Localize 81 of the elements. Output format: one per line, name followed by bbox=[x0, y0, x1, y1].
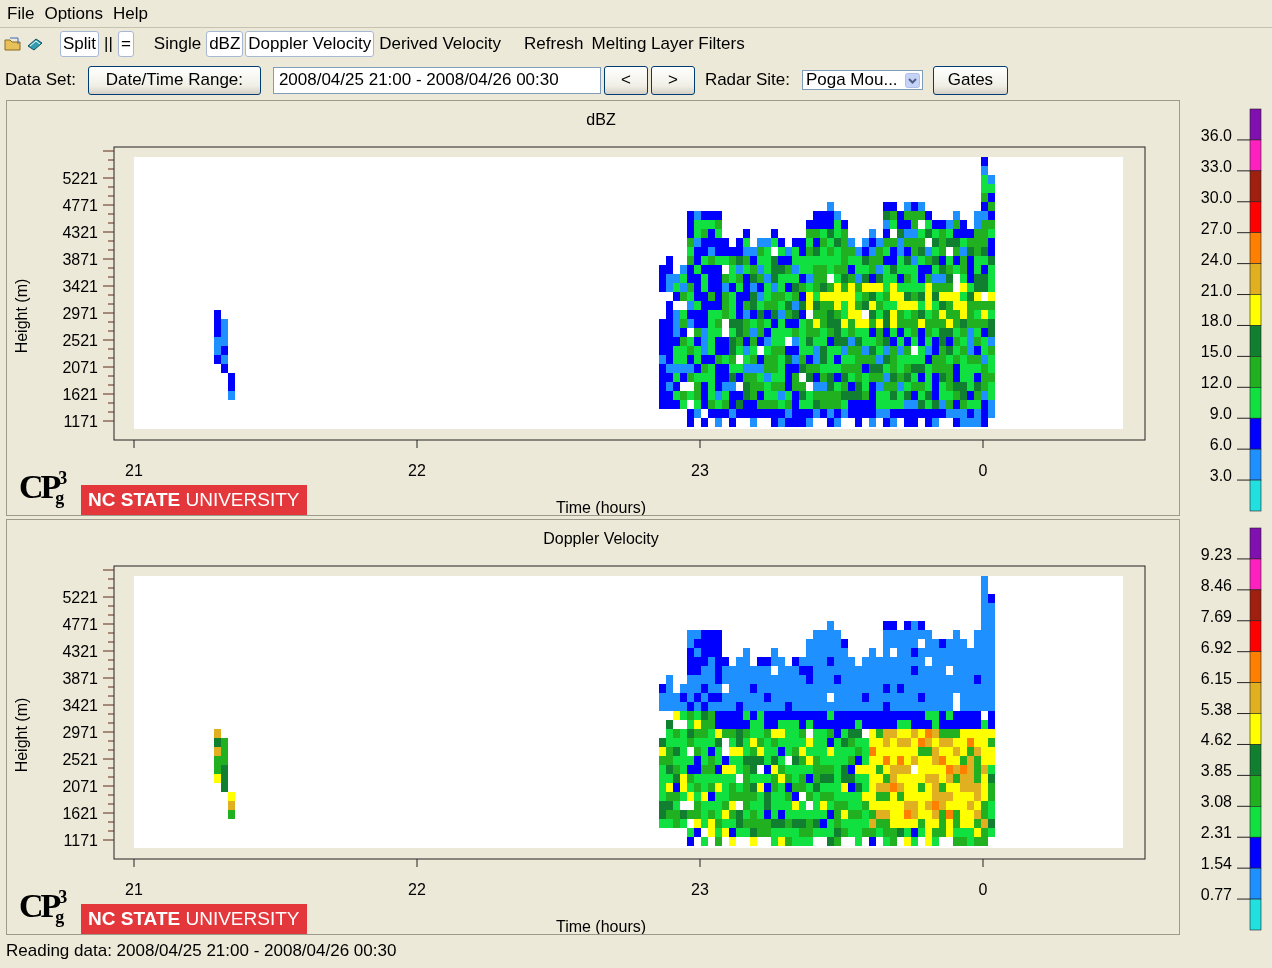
previous-button[interactable]: < bbox=[603, 65, 648, 95]
toolbar-button[interactable]: || bbox=[101, 31, 116, 57]
y-tick-label: 3421 bbox=[62, 278, 98, 295]
y-tick-label: 4321 bbox=[62, 224, 98, 241]
y-axis-title: Height (m) bbox=[13, 697, 30, 773]
folder-icon[interactable] bbox=[4, 36, 22, 52]
date-range-field[interactable]: 2008/04/25 21:00 - 2008/04/26 00:30 bbox=[272, 66, 601, 94]
university-logo: NC STATE UNIVERSITY bbox=[81, 485, 307, 515]
color-scale-label: 1.54 bbox=[1200, 855, 1232, 873]
y-tick-label: 2071 bbox=[62, 778, 98, 795]
y-axis-title: Height (m) bbox=[13, 278, 30, 354]
color-scale-label: 9.23 bbox=[1200, 545, 1232, 563]
color-scale-label: 3.85 bbox=[1200, 762, 1232, 780]
y-tick-label: 2971 bbox=[62, 305, 98, 322]
toolbar-button[interactable]: Refresh bbox=[521, 31, 587, 57]
y-tick-label: 3421 bbox=[62, 697, 98, 714]
color-scale-label: 2.31 bbox=[1200, 824, 1232, 842]
toolbar-button[interactable]: dBZ bbox=[206, 31, 244, 57]
color-scale-label: 6.92 bbox=[1200, 638, 1232, 656]
color-scale-label: 36.0 bbox=[1200, 126, 1232, 144]
toolbar-button[interactable]: = bbox=[117, 31, 134, 57]
data-set-label: Data Set: bbox=[5, 70, 76, 90]
color-scale-label: 4.62 bbox=[1200, 731, 1232, 749]
y-tick-label: 4771 bbox=[62, 616, 98, 633]
x-tick-label: 22 bbox=[408, 881, 426, 898]
color-scale-label: 21.0 bbox=[1200, 281, 1232, 299]
toolbar-button[interactable]: Single bbox=[150, 31, 205, 57]
date-range-button[interactable]: Date/Time Range: bbox=[87, 65, 261, 95]
gates-button[interactable]: Gates bbox=[932, 65, 1008, 95]
menu-item[interactable]: File bbox=[2, 3, 40, 24]
y-tick-label: 3871 bbox=[62, 251, 98, 268]
color-scale-label: 5.38 bbox=[1200, 700, 1232, 718]
y-tick-label: 3871 bbox=[62, 670, 98, 687]
color-scale-label: 6.15 bbox=[1200, 669, 1232, 687]
y-tick-label: 2521 bbox=[62, 332, 98, 349]
y-tick-label: 4321 bbox=[62, 643, 98, 660]
x-tick-label: 21 bbox=[125, 881, 143, 898]
color-scale-label: 33.0 bbox=[1200, 157, 1232, 175]
radar-site-dropdown[interactable]: Poga Mou... bbox=[801, 70, 923, 90]
book-icon[interactable] bbox=[26, 36, 44, 52]
color-scale-label: 7.69 bbox=[1200, 607, 1232, 625]
x-tick-label: 21 bbox=[125, 462, 143, 479]
color-scale-label: 3.08 bbox=[1200, 793, 1232, 811]
y-tick-label: 1621 bbox=[62, 805, 98, 822]
y-tick-label: 2971 bbox=[62, 724, 98, 741]
color-scale-label: 15.0 bbox=[1200, 343, 1232, 361]
color-scale-label: 12.0 bbox=[1200, 374, 1232, 392]
toolbar-button[interactable]: Melting Layer Filters bbox=[588, 31, 748, 57]
plot-title: Doppler Velocity bbox=[543, 530, 659, 547]
x-tick-label: 23 bbox=[691, 881, 709, 898]
toolbar-button[interactable]: Derived Velocity bbox=[376, 31, 505, 57]
y-tick-label: 1171 bbox=[63, 413, 98, 430]
status-text: Reading data: 2008/04/25 21:00 - 2008/04/26 00:30 bbox=[6, 941, 397, 961]
color-scale-label: 30.0 bbox=[1200, 188, 1232, 206]
x-tick-label: 0 bbox=[978, 881, 988, 898]
color-scale-label: 27.0 bbox=[1200, 219, 1232, 237]
menu-item[interactable]: Options bbox=[39, 3, 108, 24]
y-tick-label: 4771 bbox=[62, 197, 98, 214]
color-scale-label: 9.0 bbox=[1209, 405, 1232, 423]
next-button[interactable]: > bbox=[650, 65, 695, 95]
color-scale-label: 3.0 bbox=[1209, 467, 1232, 485]
y-tick-label: 2071 bbox=[62, 359, 98, 376]
color-scale-label: 24.0 bbox=[1200, 250, 1232, 268]
radar-site-label: Radar Site: bbox=[704, 70, 790, 90]
color-scale-label: 6.0 bbox=[1209, 436, 1232, 454]
y-tick-label: 1621 bbox=[62, 386, 98, 403]
y-tick-label: 5221 bbox=[62, 589, 98, 606]
toolbar-button[interactable]: Split bbox=[60, 31, 100, 57]
menu-item[interactable]: Help bbox=[108, 3, 153, 24]
x-tick-label: 0 bbox=[978, 462, 988, 479]
color-scale-label: 18.0 bbox=[1200, 312, 1232, 330]
plot-title: dBZ bbox=[586, 111, 616, 128]
color-scale-label: 0.77 bbox=[1200, 886, 1232, 904]
y-tick-label: 1171 bbox=[63, 832, 98, 849]
y-tick-label: 5221 bbox=[62, 170, 98, 187]
y-tick-label: 2521 bbox=[62, 751, 98, 768]
color-scale-label: 8.46 bbox=[1200, 576, 1232, 594]
toolbar-button[interactable]: Doppler Velocity bbox=[245, 31, 375, 57]
x-tick-label: 22 bbox=[408, 462, 426, 479]
x-tick-label: 23 bbox=[691, 462, 709, 479]
university-logo: NC STATE UNIVERSITY bbox=[81, 904, 307, 934]
